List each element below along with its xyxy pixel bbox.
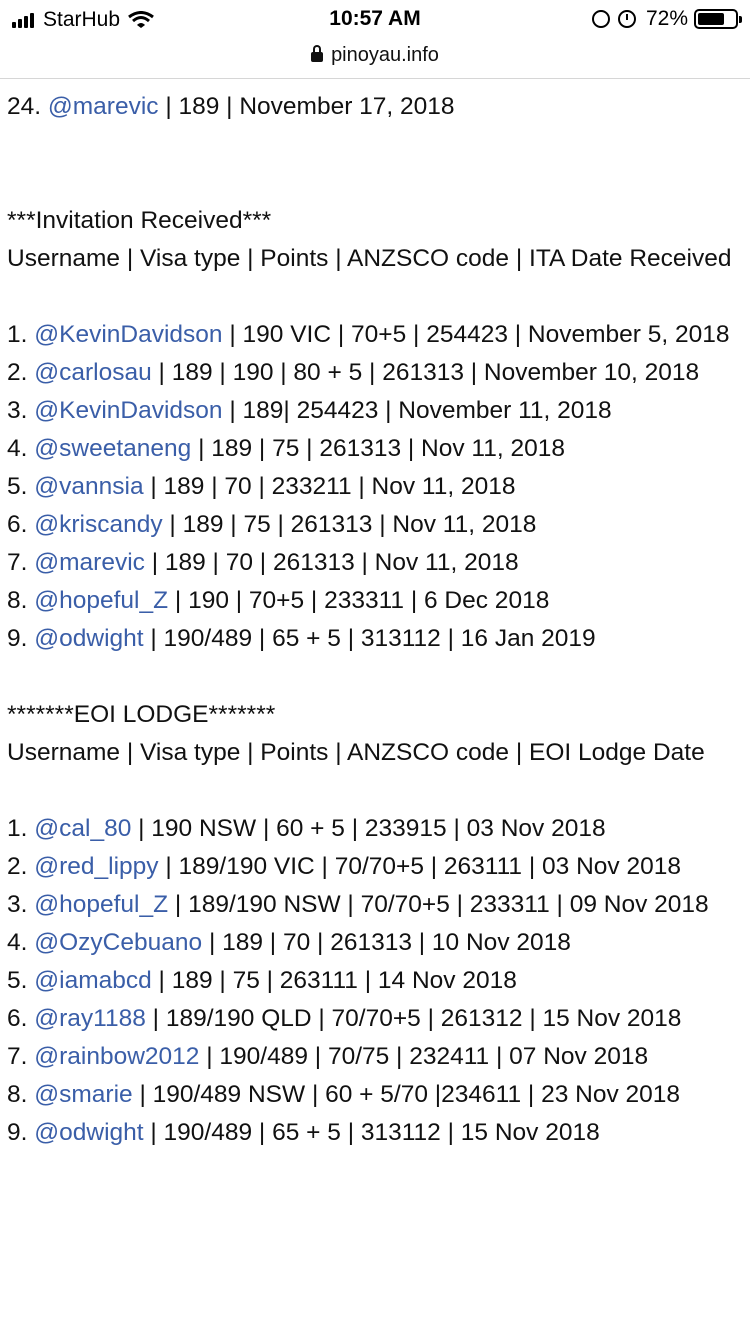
status-right: 72% [584, 7, 742, 31]
list-item-top: 24. @marevic | 189 | November 17, 2018 [7, 88, 747, 126]
item-details: | 189 | 75 | 263111 | 14 Nov 2018 [151, 967, 517, 994]
ita-header: Username | Visa type | Points | ANZSCO c… [7, 245, 732, 272]
item-number: 7. [7, 549, 28, 576]
item-number: 8. [7, 587, 28, 614]
list-item: 6. @kriscandy | 189 | 75 | 261313 | Nov … [7, 506, 747, 544]
item-details: | 189 | 70 | 233211 | Nov 11, 2018 [143, 473, 516, 500]
item-number: 1. [7, 815, 28, 842]
list-item: 1. @KevinDavidson | 190 VIC | 70+5 | 254… [7, 316, 747, 354]
item-details: | 190/489 | 70/75 | 232411 | 07 Nov 2018 [199, 1043, 649, 1070]
list-item: 2. @red_lippy | 189/190 VIC | 70/70+5 | … [7, 848, 747, 886]
status-bar: StarHub 10:57 AM 72% [0, 0, 750, 40]
username-link[interactable]: @odwight [34, 625, 143, 652]
item-number: 4. [7, 435, 28, 462]
username-link[interactable]: @KevinDavidson [34, 321, 222, 348]
list-item: 7. @marevic | 189 | 70 | 261313 | Nov 11… [7, 544, 747, 582]
list-item: 9. @odwight | 190/489 | 65 + 5 | 313112 … [7, 1114, 747, 1152]
item-details: | 189 | 70 | 261313 | 10 Nov 2018 [202, 929, 571, 956]
eoi-list: 1. @cal_80 | 190 NSW | 60 + 5 | 233915 |… [7, 810, 747, 1152]
item-number: 4. [7, 929, 28, 956]
list-item: 4. @OzyCebuano | 189 | 70 | 261313 | 10 … [7, 924, 747, 962]
username-link[interactable]: @KevinDavidson [34, 397, 222, 424]
list-item: 5. @vannsia | 189 | 70 | 233211 | Nov 11… [7, 468, 747, 506]
list-item: 8. @hopeful_Z | 190 | 70+5 | 233311 | 6 … [7, 582, 747, 620]
item-number: 9. [7, 625, 28, 652]
item-number: 1. [7, 321, 28, 348]
item-details: | 189| 254423 | November 11, 2018 [222, 397, 612, 424]
list-item: 3. @KevinDavidson | 189| 254423 | Novemb… [7, 392, 747, 430]
list-item: 6. @ray1188 | 189/190 QLD | 70/70+5 | 26… [7, 1000, 747, 1038]
item-number: 3. [7, 397, 28, 424]
list-item: 8. @smarie | 190/489 NSW | 60 + 5/70 |23… [7, 1076, 747, 1114]
item-details: | 189 | 70 | 261313 | Nov 11, 2018 [144, 549, 519, 576]
item-details: | 189 | 75 | 261313 | Nov 11, 2018 [162, 511, 537, 538]
username-link[interactable]: @cal_80 [34, 815, 131, 842]
rotation-lock-icon [591, 10, 610, 28]
battery-icon [694, 9, 742, 29]
username-link[interactable]: @smarie [34, 1081, 132, 1108]
item-details: | 190/489 NSW | 60 + 5/70 |234611 | 23 N… [132, 1081, 681, 1108]
username-link[interactable]: @OzyCebuano [34, 929, 202, 956]
item-number: 5. [7, 473, 28, 500]
item-number: 8. [7, 1081, 28, 1108]
battery-percent: 72% [645, 7, 688, 30]
username-link[interactable]: @vannsia [34, 473, 143, 500]
username-link[interactable]: @red_lippy [34, 853, 158, 880]
username-link[interactable]: @marevic [34, 549, 145, 576]
post-content: 24. @marevic | 189 | November 17, 2018 *… [7, 60, 747, 1152]
item-details: | 190/489 | 65 + 5 | 313112 | 15 Nov 201… [143, 1119, 600, 1146]
list-item: 5. @iamabcd | 189 | 75 | 263111 | 14 Nov… [7, 962, 747, 1000]
item-number: 24. [7, 93, 42, 120]
item-details: | 190 NSW | 60 + 5 | 233915 | 03 Nov 201… [131, 815, 606, 842]
alarm-icon [617, 10, 636, 28]
list-item: 9. @odwight | 190/489 | 65 + 5 | 313112 … [7, 620, 747, 658]
item-details: | 189 | 75 | 261313 | Nov 11, 2018 [191, 435, 565, 462]
item-details: | 189 | 190 | 80 + 5 | 261313 | November… [151, 359, 700, 386]
ita-section-title: ***Invitation Received*** [7, 207, 272, 234]
username-link[interactable]: @carlosau [34, 359, 151, 386]
username-link[interactable]: @hopeful_Z [34, 587, 168, 614]
item-number: 9. [7, 1119, 28, 1146]
eoi-section-title: *******EOI LODGE******* [7, 701, 276, 728]
username-link[interactable]: @sweetaneng [34, 435, 191, 462]
item-details: | 190 | 70+5 | 233311 | 6 Dec 2018 [168, 587, 550, 614]
username-link[interactable]: @hopeful_Z [34, 891, 168, 918]
item-number: 5. [7, 967, 28, 994]
username-link[interactable]: @rainbow2012 [34, 1043, 199, 1070]
item-number: 7. [7, 1043, 28, 1070]
item-details: | 189/190 QLD | 70/70+5 | 261312 | 15 No… [145, 1005, 682, 1032]
username-link[interactable]: @kriscandy [34, 511, 162, 538]
username-link[interactable]: @ray1188 [34, 1005, 146, 1032]
item-number: 6. [7, 511, 28, 538]
ita-list: 1. @KevinDavidson | 190 VIC | 70+5 | 254… [7, 316, 747, 658]
username-link[interactable]: @odwight [34, 1119, 143, 1146]
username-link[interactable]: @marevic [48, 93, 159, 120]
item-details: | 189/190 VIC | 70/70+5 | 263111 | 03 No… [158, 853, 681, 880]
list-item: 4. @sweetaneng | 189 | 75 | 261313 | Nov… [7, 430, 747, 468]
item-number: 6. [7, 1005, 28, 1032]
item-details: | 189 | November 17, 2018 [158, 93, 455, 120]
item-number: 3. [7, 891, 28, 918]
list-item: 1. @cal_80 | 190 NSW | 60 + 5 | 233915 |… [7, 810, 747, 848]
item-number: 2. [7, 853, 28, 880]
item-details: | 190/489 | 65 + 5 | 313112 | 16 Jan 201… [143, 625, 596, 652]
item-details: | 189/190 NSW | 70/70+5 | 233311 | 09 No… [168, 891, 709, 918]
item-details: | 190 VIC | 70+5 | 254423 | November 5, … [222, 321, 730, 348]
item-number: 2. [7, 359, 28, 386]
list-item: 3. @hopeful_Z | 189/190 NSW | 70/70+5 | … [7, 886, 747, 924]
battery-fill [698, 13, 724, 25]
list-item: 7. @rainbow2012 | 190/489 | 70/75 | 2324… [7, 1038, 747, 1076]
eoi-header: Username | Visa type | Points | ANZSCO c… [7, 739, 705, 766]
list-item: 2. @carlosau | 189 | 190 | 80 + 5 | 2613… [7, 354, 747, 392]
username-link[interactable]: @iamabcd [34, 967, 151, 994]
